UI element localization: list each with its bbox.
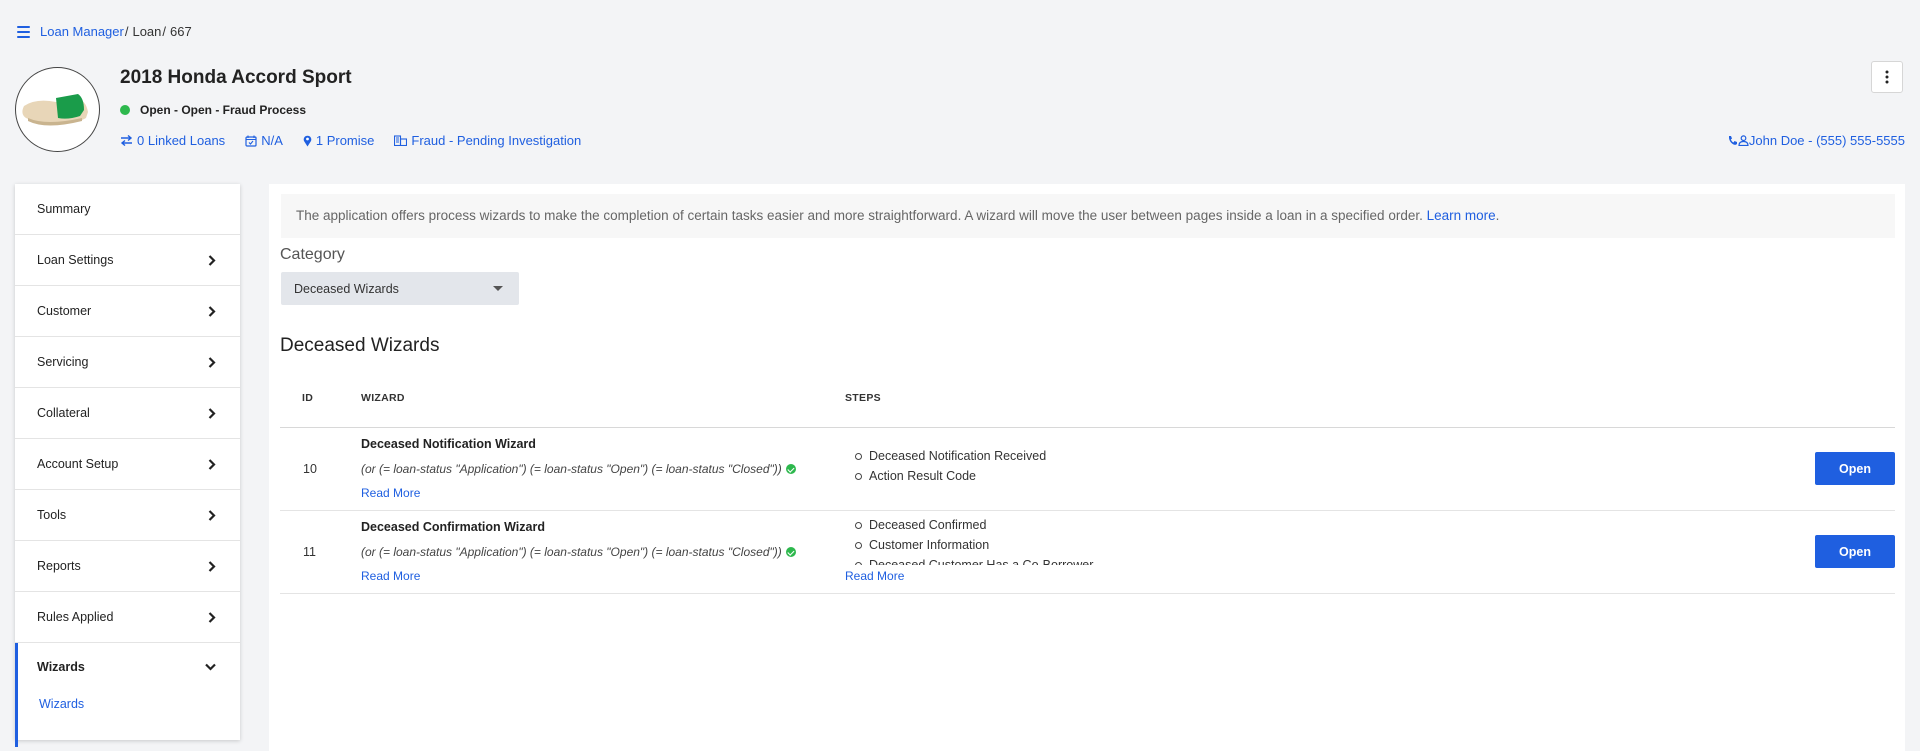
breadcrumb-separator: / (124, 24, 129, 39)
step-item: Deceased Notification Received (845, 446, 1165, 466)
chevron-right-icon (208, 509, 216, 521)
sidebar-item-loan-settings[interactable]: Loan Settings (15, 235, 240, 286)
breadcrumb-loan-id: 667 (170, 24, 192, 39)
step-item: Deceased Customer Has a Co-Borrower (845, 555, 1165, 565)
breadcrumb-loan-manager[interactable]: Loan Manager (40, 24, 124, 39)
check-circle-icon (785, 547, 796, 557)
building-icon (394, 135, 408, 146)
info-text: The application offers process wizards t… (296, 208, 1423, 223)
chevron-right-icon (208, 356, 216, 368)
sidebar-item-wizards[interactable]: Wizards (15, 643, 240, 691)
sidebar-item-account-setup[interactable]: Account Setup (15, 439, 240, 490)
calendar-check-icon (245, 135, 257, 147)
table-header: ID WIZARD STEPS (280, 381, 1895, 428)
steps-read-more-link[interactable]: Read More (845, 569, 904, 583)
breadcrumb-separator: / (162, 24, 167, 39)
learn-more-link[interactable]: Learn more (1427, 208, 1496, 223)
chevron-right-icon (208, 407, 216, 419)
hamburger-menu-icon[interactable] (17, 25, 30, 38)
promise-link[interactable]: 1 Promise (303, 133, 374, 148)
category-label: Category (280, 246, 345, 263)
phone-icon (1728, 136, 1737, 145)
sidebar-item-summary[interactable]: Summary (15, 184, 240, 235)
vertical-dots-icon (1885, 70, 1889, 84)
caret-down-icon (493, 286, 503, 291)
category-select[interactable]: Deceased Wizards (281, 272, 519, 305)
sidebar-subitem-wizards-link[interactable]: Wizards (39, 697, 84, 711)
sidebar-subitem-wizards: Wizards (15, 691, 240, 747)
main-panel: The application offers process wizards t… (269, 184, 1905, 751)
wizard-condition: (or (= loan-status "Application") (= loa… (361, 545, 796, 559)
sidebar-item-customer[interactable]: Customer (15, 286, 240, 337)
category-selected-value: Deceased Wizards (294, 281, 399, 296)
loan-meta-row: 0 Linked Loans N/A 1 Promise Fraud - Pen… (120, 133, 601, 148)
chevron-right-icon (208, 560, 216, 572)
map-marker-icon (303, 135, 312, 146)
table-row: 10 Deceased Notification Wizard (or (= l… (280, 428, 1895, 511)
wizard-id: 11 (303, 545, 316, 559)
step-item: Customer Information (845, 535, 1165, 555)
date-link[interactable]: N/A (245, 133, 283, 148)
status-text: Open - Open - Fraud Process (140, 103, 307, 117)
loan-status: Open - Open - Fraud Process (120, 103, 306, 117)
page-title: 2018 Honda Accord Sport (120, 67, 352, 88)
step-item: Deceased Confirmed (845, 515, 1165, 535)
collateral-avatar (15, 67, 100, 152)
user-icon (1738, 135, 1749, 146)
chevron-right-icon (208, 611, 216, 623)
wizard-id: 10 (303, 462, 317, 476)
breadcrumb-loan: Loan (132, 24, 162, 39)
column-header-id: ID (302, 392, 314, 404)
sidebar-item-collateral[interactable]: Collateral (15, 388, 240, 439)
sidebar-item-servicing[interactable]: Servicing (15, 337, 240, 388)
wizards-table: ID WIZARD STEPS 10 Deceased Notification… (280, 381, 1895, 594)
wizard-steps: Deceased Confirmed Customer Information … (845, 515, 1165, 565)
wizard-name: Deceased Confirmation Wizard (361, 520, 545, 534)
linked-loans-link[interactable]: 0 Linked Loans (120, 133, 225, 148)
breadcrumb: Loan Manager / Loan / 667 (17, 24, 192, 39)
step-item: Action Result Code (845, 466, 1165, 486)
chevron-right-icon (208, 305, 216, 317)
loan-sidebar: Summary Loan Settings Customer Servicing… (15, 184, 240, 747)
wizard-condition: (or (= loan-status "Application") (= loa… (361, 462, 796, 476)
portfolio-link[interactable]: Fraud - Pending Investigation (394, 133, 581, 148)
chevron-down-icon (205, 663, 216, 671)
section-title: Deceased Wizards (280, 335, 440, 356)
more-options-button[interactable] (1871, 61, 1903, 93)
chevron-right-icon (208, 458, 216, 470)
wizard-steps: Deceased Notification Received Action Re… (845, 446, 1165, 488)
column-header-steps: STEPS (845, 392, 881, 404)
contact-text: John Doe - (555) 555-5555 (1748, 133, 1905, 148)
column-header-wizard: WIZARD (361, 392, 405, 404)
primary-contact-link[interactable]: John Doe - (555) 555-5555 (1727, 133, 1905, 148)
wizard-name: Deceased Notification Wizard (361, 437, 536, 451)
wizard-info-box: The application offers process wizards t… (281, 194, 1895, 238)
sidebar-item-reports[interactable]: Reports (15, 541, 240, 592)
status-dot-icon (120, 105, 130, 115)
sidebar-item-rules-applied[interactable]: Rules Applied (15, 592, 240, 643)
wizard-read-more-link[interactable]: Read More (361, 569, 420, 583)
check-circle-icon (785, 464, 796, 474)
sidebar-item-tools[interactable]: Tools (15, 490, 240, 541)
wizard-read-more-link[interactable]: Read More (361, 486, 420, 500)
open-wizard-button[interactable]: Open (1815, 452, 1895, 485)
open-wizard-button[interactable]: Open (1815, 535, 1895, 568)
shoe-image-icon (22, 94, 88, 126)
exchange-icon (120, 135, 133, 146)
chevron-right-icon (208, 254, 216, 266)
table-row: 11 Deceased Confirmation Wizard (or (= l… (280, 511, 1895, 594)
